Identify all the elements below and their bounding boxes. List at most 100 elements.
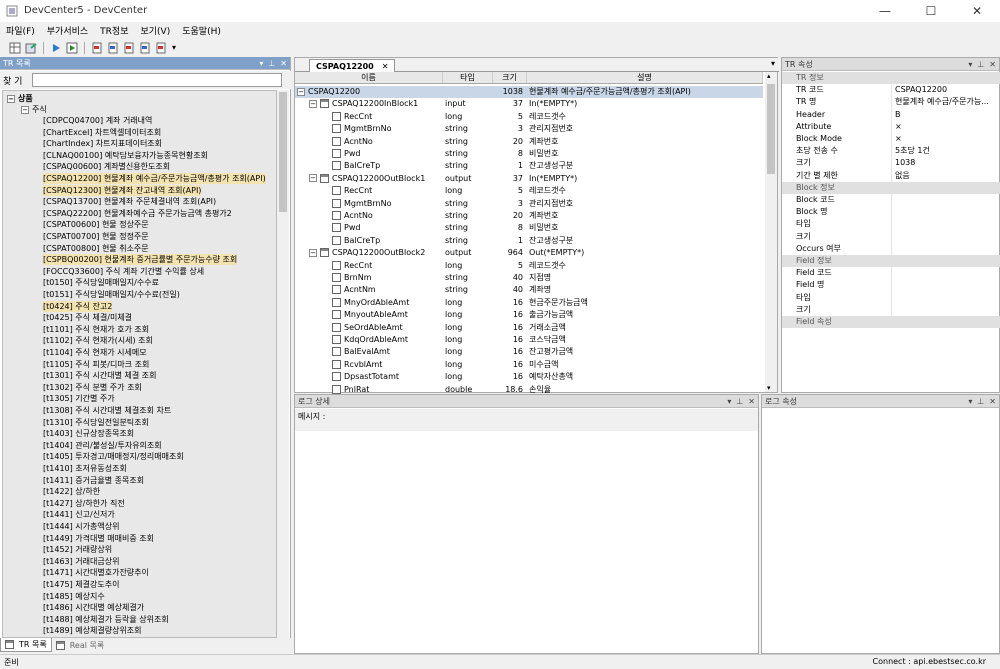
table-row[interactable]: AcntNm string 40 계좌명 xyxy=(295,284,763,296)
collapse-icon[interactable]: − xyxy=(309,99,317,108)
tr-list-item[interactable]: [ChartExcel] 차트엑셀데이터조회 xyxy=(43,127,161,138)
tree-root[interactable]: − 상품 xyxy=(7,93,33,104)
menu-file[interactable]: 파일(F) xyxy=(6,24,35,37)
table-row[interactable]: MgmtBrnNo string 3 관리지점번호 xyxy=(295,123,763,135)
prop-row[interactable]: 크기 xyxy=(782,303,1000,316)
tr-list-item[interactable]: [t1104] 주식 현재가 시세메모 xyxy=(43,347,147,358)
prop-row[interactable]: Block 코드 xyxy=(782,194,1000,207)
dropdown-icon[interactable]: ▾ xyxy=(259,59,263,68)
dropdown-icon[interactable]: ▾ xyxy=(968,397,972,406)
close-icon[interactable]: ✕ xyxy=(989,60,996,69)
col-size[interactable]: 크기 xyxy=(493,72,527,83)
run-icon[interactable] xyxy=(65,41,79,55)
tr-list-item[interactable]: [t1444] 시가총액상위 xyxy=(43,521,119,532)
table-row[interactable]: MgmtBrnNo string 3 관리지점번호 xyxy=(295,198,763,210)
prop-row[interactable]: 타입 xyxy=(782,291,1000,304)
collapse-icon[interactable]: − xyxy=(297,87,305,96)
tr-list-item[interactable]: [CSPAQ00600] 계좌별신용한도조회 xyxy=(43,161,170,172)
prop-row[interactable]: Block Mode × xyxy=(782,133,1000,146)
table-row[interactable]: RcvblAmt long 16 미수금액 xyxy=(295,359,763,371)
tr-list-item[interactable]: [t0425] 주식 체결/미체결 xyxy=(43,312,132,323)
tree-child[interactable]: − 주식 xyxy=(21,104,47,115)
tr-list-item[interactable]: [t1302] 주식 분별 주가 조회 xyxy=(43,382,142,393)
collapse-icon[interactable]: − xyxy=(309,174,317,183)
search-input[interactable] xyxy=(32,73,283,87)
tr-list-item[interactable]: [t1403] 신규상장종목조회 xyxy=(43,428,134,439)
prop-category[interactable]: TR 정보 xyxy=(782,72,1000,85)
collapse-icon[interactable]: − xyxy=(7,94,15,103)
tr-list-item[interactable]: [CSPBQ00200] 현물계좌 증거금률별 주문가능수량 조회 xyxy=(43,254,238,266)
prop-row[interactable]: 초당 전송 수 5초당 1건 xyxy=(782,145,1000,158)
tr-list-item[interactable]: [t0424] 주식 잔고2 xyxy=(43,300,113,312)
tr-list-item[interactable]: [t1449] 가격대별 매매비중 조회 xyxy=(43,533,154,544)
tree-scrollbar[interactable] xyxy=(277,90,289,638)
tr-list-item[interactable]: [CSPAT00800] 현물 취소주문 xyxy=(43,243,149,254)
col-desc[interactable]: 설명 xyxy=(527,72,763,83)
grid-scrollbar[interactable]: ▴ ▾ xyxy=(765,72,777,392)
tr-list-item[interactable]: [t1411] 증거금율별 종목조회 xyxy=(43,475,144,486)
tr-list-item[interactable]: [t1305] 기간별 주가 xyxy=(43,393,115,404)
tr-list-item[interactable]: [t1441] 신고/신저가 xyxy=(43,509,115,520)
tr-list-item[interactable]: [t1485] 예상지수 xyxy=(43,591,105,602)
table-row[interactable]: − CSPAQ12200InBlock1 input 37 In(*EMPTY*) xyxy=(295,98,763,110)
play-icon[interactable] xyxy=(49,41,63,55)
prop-row[interactable]: Block 명 xyxy=(782,206,1000,219)
menu-help[interactable]: 도움말(H) xyxy=(182,24,221,37)
pin-icon[interactable]: ⊥ xyxy=(977,397,984,406)
prop-row[interactable]: Header B xyxy=(782,108,1000,121)
export-icon[interactable] xyxy=(24,41,38,55)
tr-list-item[interactable]: [t1463] 거래대금상위 xyxy=(43,556,119,567)
tr-list-item[interactable]: [CSPAQ22200] 현물계좌예수금 주문가능금액 총평가2 xyxy=(43,208,232,219)
tr-list-item[interactable]: [t1102] 주식 현재가(시세) 조회 xyxy=(43,335,153,346)
grid-icon[interactable] xyxy=(8,41,22,55)
dropdown-icon[interactable]: ▾ xyxy=(968,60,972,69)
tr-list-item[interactable]: [t0150] 주식당일매매일지/수수료 xyxy=(43,277,159,288)
tr-list-item[interactable]: [t1488] 예상체결가 등락율 상위조회 xyxy=(43,614,169,625)
minimize-button[interactable]: — xyxy=(862,0,908,22)
tr-list-item[interactable]: [t1471] 시간대별호가잔량추이 xyxy=(43,567,149,578)
prop-row[interactable]: 타입 xyxy=(782,218,1000,231)
tr-list-item[interactable]: [t1427] 상/하한가 직전 xyxy=(43,498,125,509)
tr-list-item[interactable]: [CDPCQ04700] 계좌 거래내역 xyxy=(43,115,152,126)
table-row[interactable]: RecCnt long 5 레코드갯수 xyxy=(295,185,763,197)
table-row[interactable]: BalEvalAmt long 16 잔고평가금액 xyxy=(295,346,763,358)
tr-list-item[interactable]: [t1310] 주식당일전일분틱조회 xyxy=(43,417,149,428)
table-row[interactable]: AcntNo string 20 계좌번호 xyxy=(295,136,763,148)
prop-row[interactable]: Field 코드 xyxy=(782,267,1000,280)
pin-icon[interactable]: ⊥ xyxy=(977,60,984,69)
toolbar-overflow-icon[interactable]: ▾ xyxy=(170,41,178,55)
table-row[interactable]: RecCnt long 5 레코드갯수 xyxy=(295,111,763,123)
collapse-icon[interactable]: − xyxy=(21,105,29,114)
table-row[interactable]: BalCreTp string 1 잔고생성구분 xyxy=(295,235,763,247)
tr-list-item[interactable]: [t1410] 초저유동성조회 xyxy=(43,463,127,474)
tr-list-item[interactable]: [CSPAQ12300] 현물계좌 잔고내역 조회(API) xyxy=(43,184,202,196)
col-type[interactable]: 타입 xyxy=(443,72,493,83)
table-row[interactable]: − CSPAQ12200OutBlock2 output 964 Out(*EMPTY*… xyxy=(295,247,763,259)
doc-blue-icon[interactable] xyxy=(106,41,120,55)
table-row[interactable]: AcntNo string 20 계좌번호 xyxy=(295,210,763,222)
prop-category[interactable]: Field 속성 xyxy=(782,316,1000,329)
menu-trinfo[interactable]: TR정보 xyxy=(100,24,128,37)
tr-list-item[interactable]: [CSPAQ12200] 현물계좌 예수금/주문가능금액/총평가 조회(API) xyxy=(43,173,266,184)
doc-blue2-icon[interactable] xyxy=(138,41,152,55)
doc-red2-icon[interactable] xyxy=(122,41,136,55)
tr-list-item[interactable]: [CLNAQ00100] 예탁담보융자가능종목현황조회 xyxy=(43,150,208,161)
tab-list-icon[interactable]: ▾ xyxy=(771,59,775,68)
close-button[interactable]: ✕ xyxy=(954,0,1000,22)
table-row[interactable]: − CSPAQ12200 1038 현물계좌 예수금/주문가능금액/총평가 조회(AP… xyxy=(295,86,763,99)
tr-list-item[interactable]: [t1489] 예상체결량상위조회 xyxy=(43,625,142,636)
col-name[interactable]: 이름 xyxy=(295,72,443,83)
tr-list-item[interactable]: [CSPAT00600] 현물 정상주문 xyxy=(43,219,149,230)
tr-list-item[interactable]: [CSPAQ13700] 현물계좌 주문체결내역 조회(API) xyxy=(43,196,216,207)
close-icon[interactable]: ✕ xyxy=(280,59,287,68)
table-row[interactable]: KdqOrdAbleAmt long 16 코스닥금액 xyxy=(295,334,763,346)
tr-list-item[interactable]: [t0151] 주식당일매매일지/수수료(전일) xyxy=(43,289,180,300)
pin-icon[interactable]: ⊥ xyxy=(268,59,275,68)
tr-list-item[interactable]: [t1404] 관리/불성실/투자유의조회 xyxy=(43,440,162,451)
dropdown-icon[interactable]: ▾ xyxy=(727,397,731,406)
prop-row[interactable]: Occurs 여부 xyxy=(782,242,1000,255)
table-row[interactable]: Pwd string 8 비밀번호 xyxy=(295,148,763,160)
table-row[interactable]: MnyOrdAbleAmt long 16 현금주문가능금액 xyxy=(295,297,763,309)
tr-list-item[interactable]: [t1422] 상/하한 xyxy=(43,486,100,497)
tab-real-list[interactable]: Real 목록 xyxy=(52,638,109,652)
